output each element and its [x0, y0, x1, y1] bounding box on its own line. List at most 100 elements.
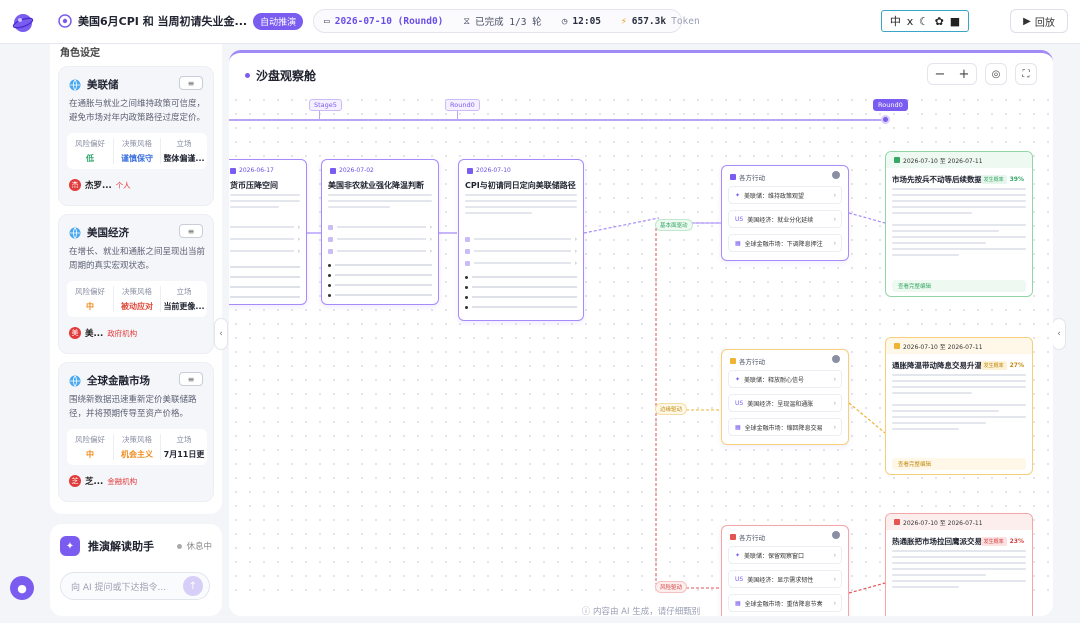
auto-simulate-badge: 自动推演: [253, 12, 304, 30]
agent-card-economy[interactable]: 美国经济 ≡ 在增长、就业和通胀之间呈现出当前周期的真实宏观状态。 风险偏好中 …: [58, 214, 214, 354]
timeline-current-tag[interactable]: Round0: [873, 99, 908, 111]
event-node[interactable]: 2026-07-02 美国非农就业强化降温判断 › › ›: [321, 159, 439, 305]
action-text: 美国经济：显示需求韧性: [747, 576, 814, 584]
agent-settings-toggle[interactable]: ≡: [179, 224, 203, 238]
action-row[interactable]: US 美国经济：就业分化延续 ›: [728, 210, 842, 228]
session-title: 美国6月CPI 和 当周初请失业金...: [78, 15, 248, 28]
shirt-icon[interactable]: ■: [950, 15, 960, 28]
action-text: 美国经济：就业分化延续: [747, 216, 814, 224]
canvas-grid[interactable]: Stage5 Round0 Round0 2026-06-17 货币压降空间 ›…: [229, 93, 1053, 616]
fullscreen-button[interactable]: ⛶: [1015, 63, 1037, 85]
percent-icon[interactable]: ⅹ: [907, 15, 914, 28]
collapse-right-panel-button[interactable]: ‹: [1052, 318, 1066, 350]
collapse-sidebar-button[interactable]: ‹: [214, 318, 228, 350]
view-full-button[interactable]: 查看完整编辑: [892, 458, 1026, 470]
action-text: 美联储：保留观察窗口: [744, 552, 805, 560]
stance-label: 立场: [176, 435, 192, 444]
app-logo-icon[interactable]: [12, 12, 34, 34]
action-row[interactable]: ✦ 美联储：释放耐心信号 ›: [728, 370, 842, 388]
event-node[interactable]: 2026-07-10 CPI与初请同日定向美联储路径 › › ›: [458, 159, 584, 321]
group-info-icon[interactable]: [832, 531, 840, 539]
event-date: 2026-07-10: [476, 167, 511, 174]
canvas-title: 沙盘观察舱: [245, 67, 316, 84]
action-text: 美联储：维持政策观望: [744, 192, 805, 200]
risk-value: 低: [86, 154, 94, 163]
view-full-button[interactable]: 查看完整编辑: [892, 280, 1026, 292]
target-icon: [58, 14, 72, 28]
outcome-date: 2026-07-10 至 2026-07-11: [903, 157, 983, 165]
group-title: 各方行动: [739, 358, 765, 366]
zoom-out-button[interactable]: −: [935, 67, 946, 82]
moon-icon[interactable]: ☾: [919, 15, 929, 28]
risk-label: 风险偏好: [75, 287, 105, 296]
zoom-in-button[interactable]: +: [959, 67, 970, 82]
outcome-card[interactable]: 2026-07-10 至 2026-07-11 热通胀把市场拉回鹰派交易 发生概…: [885, 513, 1033, 616]
globe-icon: [69, 227, 81, 238]
elapsed-time: 12:05: [572, 15, 602, 27]
sidebar-header: 角色设定: [60, 48, 100, 59]
group-info-icon[interactable]: [832, 355, 840, 363]
action-row[interactable]: US 美国经济：显示需求韧性 ›: [728, 570, 842, 588]
probability-value: 27%: [1009, 362, 1024, 369]
outcome-date: 2026-07-10 至 2026-07-11: [903, 519, 983, 527]
action-group[interactable]: 各方行动 ✦ 美联储：保留观察窗口 › US 美国经济：显示需求韧性 › ▦ 全球金融市场…: [721, 525, 849, 616]
edge-label: 风险驱动: [655, 581, 688, 593]
send-button[interactable]: ↑: [183, 576, 203, 596]
assistant-icon: ✦: [60, 536, 80, 556]
gear-icon[interactable]: ✿: [935, 15, 944, 28]
decision-label: 决策风格: [122, 139, 152, 148]
agent-name: 全球金融市场: [87, 375, 150, 387]
outcome-footer: 查看完整编辑: [898, 284, 932, 290]
assistant-status-text: 休息中: [186, 542, 212, 552]
probability-value: 23%: [1009, 538, 1024, 545]
agent-name: 美联储: [87, 79, 119, 91]
session-chip[interactable]: 美国6月CPI 和 当周初请失业金... 自动推演: [58, 10, 304, 32]
calendar-icon: ▭: [324, 15, 330, 27]
probability-label: 发生概率: [980, 537, 1007, 546]
group-info-icon[interactable]: [832, 171, 840, 179]
agent-description: 围绕新数据迅速重新定价美联储路径，并将预期传导至资产价格。: [69, 395, 197, 419]
agent-description: 在增长、就业和通胀之间呈现出当前周期的真实宏观状态。: [69, 247, 206, 271]
timeline-round-tag[interactable]: Round0: [445, 99, 480, 111]
group-marker-icon: [730, 534, 736, 540]
timeline-stage-tag[interactable]: Stage5: [309, 99, 342, 111]
outcome-card[interactable]: 2026-07-10 至 2026-07-11 通胀降温带动降息交易升温 发生概…: [885, 337, 1033, 475]
replay-label: 回放: [1034, 17, 1055, 29]
agent-card-fed[interactable]: 美联储 ≡ 在通胀与就业之间维持政策可信度，避免市场对年内政策路径过度定价。 风…: [58, 66, 214, 206]
outcome-title: 热通胀把市场拉回鹰派交易: [892, 537, 982, 546]
outcome-card[interactable]: 2026-07-10 至 2026-07-11 市场先按兵不动等后续数据 发生概…: [885, 151, 1033, 297]
agent-settings-toggle[interactable]: ≡: [179, 76, 203, 90]
group-title: 各方行动: [739, 174, 765, 182]
action-row[interactable]: ✦ 美联储：维持政策观望 ›: [728, 186, 842, 204]
group-title: 各方行动: [739, 534, 765, 542]
risk-label: 风险偏好: [75, 139, 105, 148]
event-node[interactable]: 2026-06-17 货币压降空间 › › ›: [229, 159, 307, 305]
stance-value: 7月11日更: [163, 450, 205, 459]
replay-button[interactable]: ▶ 回放: [1010, 9, 1068, 33]
action-row[interactable]: US 美国经济：呈现温和通胀 ›: [728, 394, 842, 412]
action-group[interactable]: 各方行动 ✦ 美联储：释放耐心信号 › US 美国经济：呈现温和通胀 › ▦ 全球金融市场…: [721, 349, 849, 445]
outcome-marker-icon: [894, 519, 900, 525]
agent-card-markets[interactable]: 全球金融市场 ≡ 围绕新数据迅速重新定价美联储路径，并将预期传导至资产价格。 风…: [58, 362, 214, 502]
event-title: 美国非农就业强化降温判断: [328, 181, 424, 190]
action-text: 美国经济：呈现温和通胀: [747, 400, 814, 408]
zoom-controls: − +: [927, 63, 977, 85]
action-group[interactable]: 各方行动 ✦ 美联储：维持政策观望 › US 美国经济：就业分化延续 › ▦ 全球金融市场…: [721, 165, 849, 261]
locate-button[interactable]: ◎: [985, 63, 1007, 85]
language-toggle[interactable]: 中: [890, 13, 901, 29]
action-row[interactable]: ▦ 全球金融市场：下调降息押注 ›: [728, 234, 842, 252]
action-row[interactable]: ✦ 美联储：保留观察窗口 ›: [728, 546, 842, 564]
representative-tag: 政府机构: [107, 328, 138, 338]
agent-name: 美国经济: [87, 227, 129, 239]
user-avatar-icon[interactable]: ●: [10, 576, 34, 600]
sandbox-canvas: 沙盘观察舱 − + ◎ ⛶ Stage5 Round0 Round0 2026-…: [229, 50, 1053, 616]
action-row[interactable]: ▦ 全球金融市场：缩回降息交易 ›: [728, 418, 842, 436]
clock-icon: ◷: [561, 15, 568, 27]
representative-name: 美...: [85, 329, 104, 339]
agent-settings-toggle[interactable]: ≡: [179, 372, 203, 386]
fullscreen-icon: ⛶: [1022, 68, 1030, 80]
event-title: 货币压降空间: [230, 181, 278, 190]
timeline-current-dot[interactable]: [881, 115, 890, 124]
assistant-input[interactable]: 向 AI 提问或下达指令... ↑: [60, 572, 210, 600]
outcome-date: 2026-07-10 至 2026-07-11: [903, 343, 983, 351]
